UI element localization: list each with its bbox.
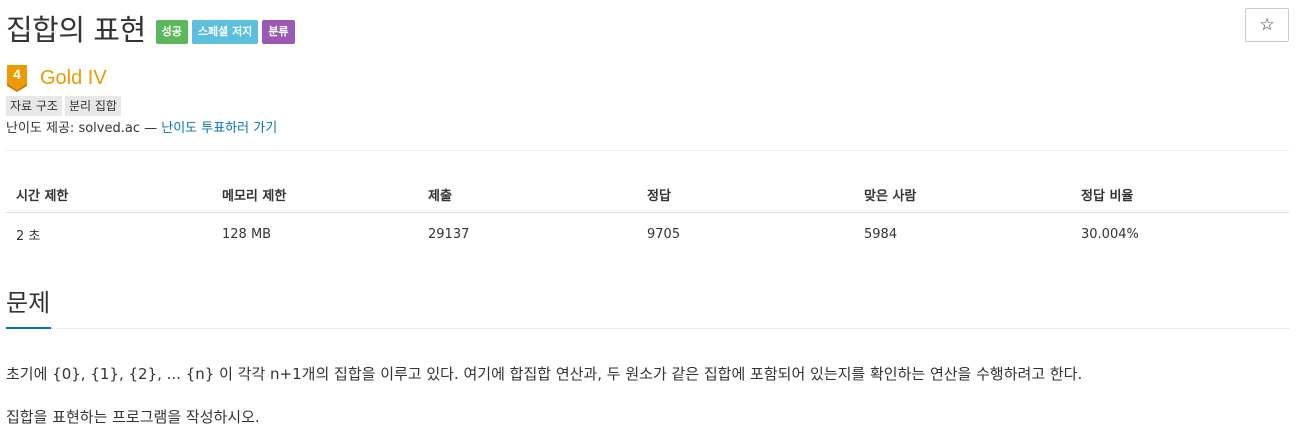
section-underline: [6, 327, 51, 329]
time-limit-value: 2 초: [16, 228, 41, 244]
col-accepted: 정답: [637, 176, 854, 213]
accepted-value: 9705: [647, 226, 681, 242]
col-solvers: 맞은 사람: [854, 176, 1071, 213]
section-title: 문제: [6, 289, 51, 317]
col-memory-limit: 메모리 제한: [212, 176, 418, 213]
favorite-star-button[interactable]: ☆: [1245, 8, 1289, 42]
tier-label[interactable]: Gold IV: [40, 65, 107, 91]
solvers-value: 5984: [864, 226, 898, 242]
problem-paragraph: 집합을 표현하는 프로그램을 작성하시오.: [6, 408, 260, 426]
gold-tier-icon: 4: [7, 65, 27, 92]
tier-number: 4: [13, 66, 21, 82]
section-divider: [51, 328, 1289, 329]
tier-row: 4 Gold IV: [6, 64, 107, 92]
tag-disjoint-set[interactable]: 분리 집합: [64, 96, 121, 116]
tag-list: 자료 구조 분리 집합: [6, 96, 121, 116]
memory-limit-value: 128 MB: [222, 226, 272, 242]
col-ratio: 정답 비율: [1071, 176, 1289, 213]
badge-group: 성공 스페셜 저지 분류: [155, 20, 295, 44]
col-submissions: 제출: [418, 176, 637, 213]
divider: [6, 150, 1289, 151]
success-badge[interactable]: 성공: [155, 20, 188, 44]
special-judge-badge[interactable]: 스페셜 저지: [191, 20, 259, 44]
table-header-row: 시간 제한 메모리 제한 제출 정답 맞은 사람 정답 비율: [6, 176, 1289, 213]
difficulty-source: 난이도 제공: solved.ac — 난이도 투표하러 가기: [6, 120, 277, 138]
title-row: 집합의 표현 성공 스페셜 저지 분류: [6, 8, 295, 52]
col-time-limit: 시간 제한: [6, 176, 212, 213]
problem-info-table: 시간 제한 메모리 제한 제출 정답 맞은 사람 정답 비율 2 초 128 M…: [6, 176, 1289, 255]
problem-title: 집합의 표현: [6, 13, 146, 47]
submissions-value: 29137: [428, 226, 470, 242]
category-badge[interactable]: 분류: [262, 20, 295, 44]
tag-data-structure[interactable]: 자료 구조: [6, 96, 62, 116]
difficulty-prefix: 난이도 제공: solved.ac —: [6, 121, 162, 136]
problem-paragraph: 초기에 {0}, {1}, {2}, ... {n} 이 각각 n+1개의 집합…: [6, 365, 1083, 383]
star-icon: ☆: [1259, 15, 1275, 35]
difficulty-vote-link[interactable]: 난이도 투표하러 가기: [161, 121, 277, 136]
table-row: 2 초 128 MB 29137 9705 5984 30.004%: [6, 213, 1289, 256]
ratio-value: 30.004%: [1081, 226, 1139, 242]
